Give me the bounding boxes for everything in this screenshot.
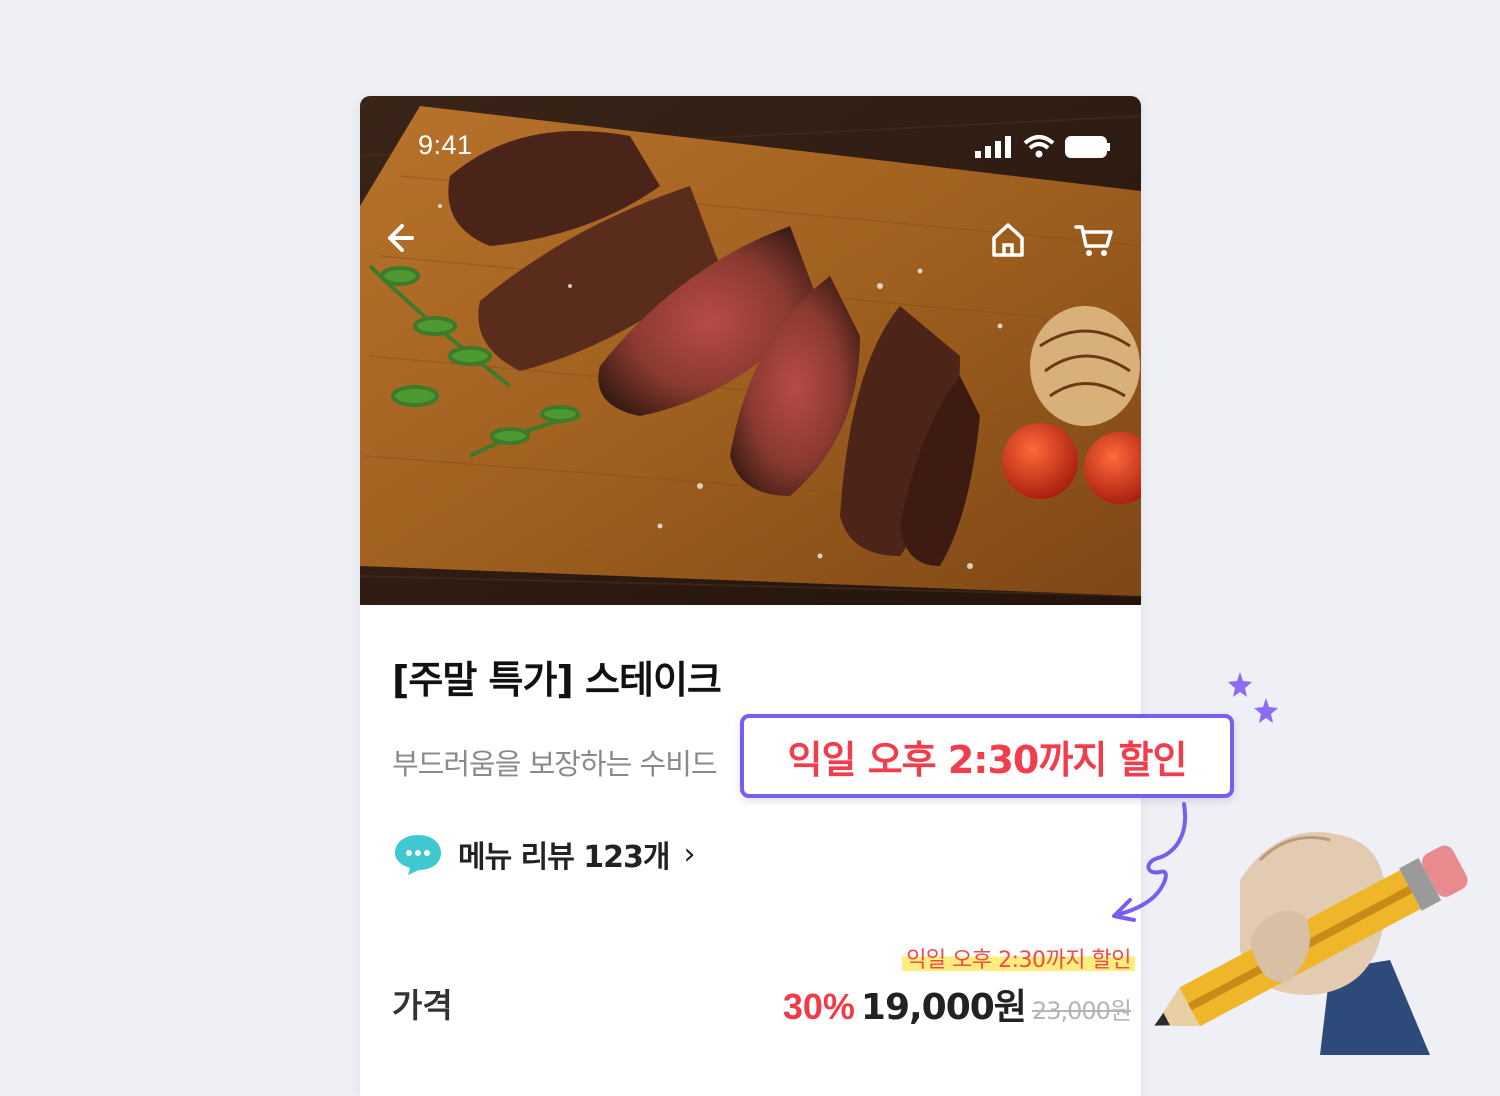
steak-photo xyxy=(360,96,1141,605)
discount-deadline-note: 익일 오후 2:30까지 할인 xyxy=(902,942,1135,974)
menu-review-link[interactable]: 메뉴 리뷰 123개 › xyxy=(392,831,696,877)
wifi-icon xyxy=(1023,135,1055,158)
hand-pencil-illustration xyxy=(1154,832,1468,1055)
sparkle-stars-icon xyxy=(1228,672,1278,723)
review-count-label: 메뉴 리뷰 123개 xyxy=(458,840,671,875)
product-hero-image: 9:41 xyxy=(360,96,1141,605)
status-icons xyxy=(975,134,1111,158)
status-time: 9:41 xyxy=(418,130,473,160)
price-label: 가격 xyxy=(392,986,453,1025)
product-title: [주말 특가] 스테이크 xyxy=(392,658,722,702)
original-price: 23,000원 xyxy=(1031,997,1132,1025)
cart-button[interactable] xyxy=(1070,216,1118,264)
discount-callout: 익일 오후 2:30까지 할인 xyxy=(740,714,1234,798)
phone-screen: 9:41 [주말 특가] 스테이크 부드러움을 보장하는 수비드 메뉴 리뷰 1… xyxy=(360,96,1141,1096)
battery-icon xyxy=(1065,136,1110,158)
cart-icon xyxy=(1074,225,1113,256)
home-icon xyxy=(992,223,1024,257)
chevron-right-icon: › xyxy=(683,836,696,872)
chat-bubble-icon xyxy=(395,835,441,875)
home-button[interactable] xyxy=(984,216,1032,264)
sale-price: 19,000원 xyxy=(860,987,1027,1028)
back-button[interactable] xyxy=(378,214,426,262)
product-description: 부드러움을 보장하는 수비드 xyxy=(392,747,718,781)
signal-icon xyxy=(975,136,1011,158)
price-row: 30% 19,000원 23,000원 xyxy=(782,978,1132,1030)
arrow-left-icon xyxy=(388,224,414,252)
callout-text: 익일 오후 2:30까지 할인 xyxy=(787,737,1188,782)
discount-rate: 30% xyxy=(782,986,855,1027)
